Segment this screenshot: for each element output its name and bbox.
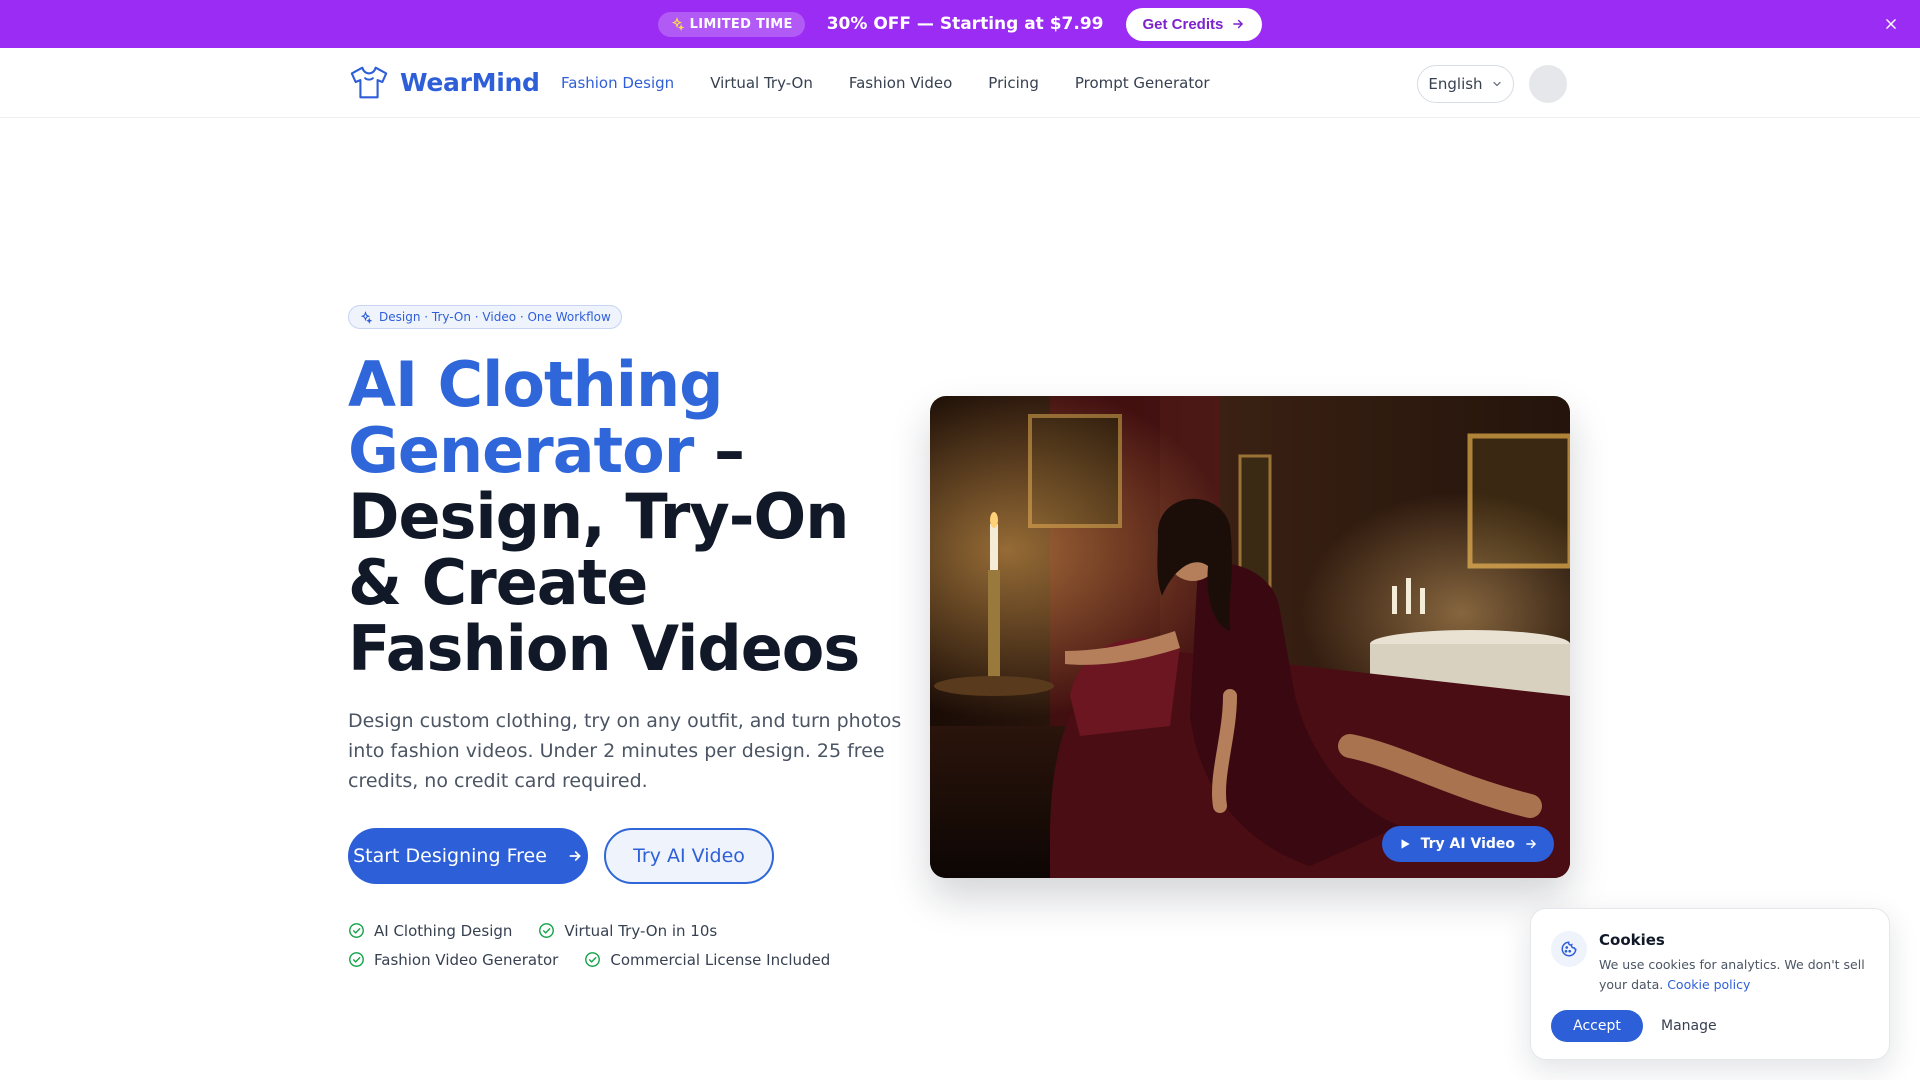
feature-item: Virtual Try-On in 10s [538, 921, 718, 940]
cookie-icon-wrapper [1551, 931, 1587, 967]
check-circle-icon [349, 952, 364, 967]
user-avatar[interactable] [1529, 65, 1567, 103]
try-ai-video-label: Try AI Video [633, 845, 745, 867]
check-circle-icon [585, 952, 601, 967]
feature-label: AI Clothing Design [374, 921, 513, 940]
start-designing-button[interactable]: Start Designing Free [348, 828, 588, 884]
sparkles-icon [671, 17, 684, 31]
brand-name: WearMind [400, 67, 540, 97]
image-chip-label: Try AI Video [1420, 836, 1515, 852]
limited-time-badge: LIMITED TIME [657, 11, 805, 37]
get-credits-button[interactable]: Get Credits [1125, 7, 1263, 41]
cookie-manage-button[interactable]: Manage [1661, 1010, 1717, 1042]
feature-item: AI Clothing Design [348, 921, 513, 940]
nav-link-virtual-try-on[interactable]: Virtual Try-On [710, 74, 813, 92]
hero-fashion-image: Try AI Video [930, 396, 1570, 878]
brand-logo[interactable]: WearMind [348, 62, 540, 102]
tagline-text: Design · Try-On · Video · One Workflow [379, 310, 611, 324]
cookie-title: Cookies [1599, 931, 1665, 949]
nav-link-pricing[interactable]: Pricing [988, 74, 1039, 92]
check-circle-icon [349, 923, 364, 938]
language-selector[interactable]: English [1417, 65, 1514, 103]
try-ai-video-button[interactable]: Try AI Video [604, 828, 774, 884]
arrow-right-icon [569, 851, 581, 861]
tshirt-logo-icon [350, 66, 388, 99]
close-banner-button[interactable] [1880, 13, 1902, 35]
arrow-right-icon [1233, 19, 1244, 29]
hero-subtitle: Design custom clothing, try on any outfi… [348, 710, 902, 792]
close-icon [1886, 19, 1896, 29]
feature-label: Commercial License Included [610, 950, 831, 969]
feature-item: Commercial License Included [584, 950, 831, 969]
start-designing-label: Start Designing Free [353, 845, 547, 867]
cookie-policy-link[interactable]: Cookie policy [1667, 977, 1750, 992]
fashion-model-scene [930, 396, 1570, 878]
promo-banner: LIMITED TIME 30% OFF — Starting at $7.99… [0, 0, 1920, 48]
get-credits-label: Get Credits [1142, 15, 1224, 33]
feature-label: Fashion Video Generator [374, 950, 559, 969]
cookie-icon [1561, 941, 1577, 957]
badge-label: LIMITED TIME [689, 16, 793, 32]
feature-list: AI Clothing Design Virtual Try-On in 10s… [348, 921, 908, 969]
hero-title-accent: AI Clothing Generator [348, 348, 724, 487]
top-navigation: WearMind Fashion Design Virtual Try-On F… [0, 48, 1920, 118]
feature-item: Fashion Video Generator [348, 950, 559, 969]
cookie-accept-button[interactable]: Accept [1551, 1010, 1643, 1042]
nav-link-fashion-design[interactable]: Fashion Design [561, 74, 674, 92]
promo-text: 30% OFF — Starting at $7.99 [826, 14, 1104, 34]
arrow-right-icon [1526, 839, 1537, 849]
language-label: English [1428, 75, 1483, 93]
chevron-down-icon [1492, 81, 1501, 87]
nav-link-prompt-generator[interactable]: Prompt Generator [1075, 74, 1210, 92]
nav-link-fashion-video[interactable]: Fashion Video [849, 74, 952, 92]
tagline-badge: Design · Try-On · Video · One Workflow [348, 305, 622, 329]
cookie-text: We use cookies for analytics. We don't s… [1599, 955, 1875, 995]
cookie-consent-card: Cookies We use cookies for analytics. We… [1530, 908, 1890, 1060]
image-try-ai-video-button[interactable]: Try AI Video [1381, 826, 1554, 862]
nav-links: Fashion Design Virtual Try-On Fashion Vi… [561, 48, 1210, 118]
feature-label: Virtual Try-On in 10s [564, 921, 718, 940]
hero-title: AI Clothing Generator – Design, Try-On &… [348, 352, 868, 682]
sparkles-icon [360, 310, 372, 324]
play-icon [1401, 839, 1410, 849]
check-circle-icon [539, 923, 555, 938]
